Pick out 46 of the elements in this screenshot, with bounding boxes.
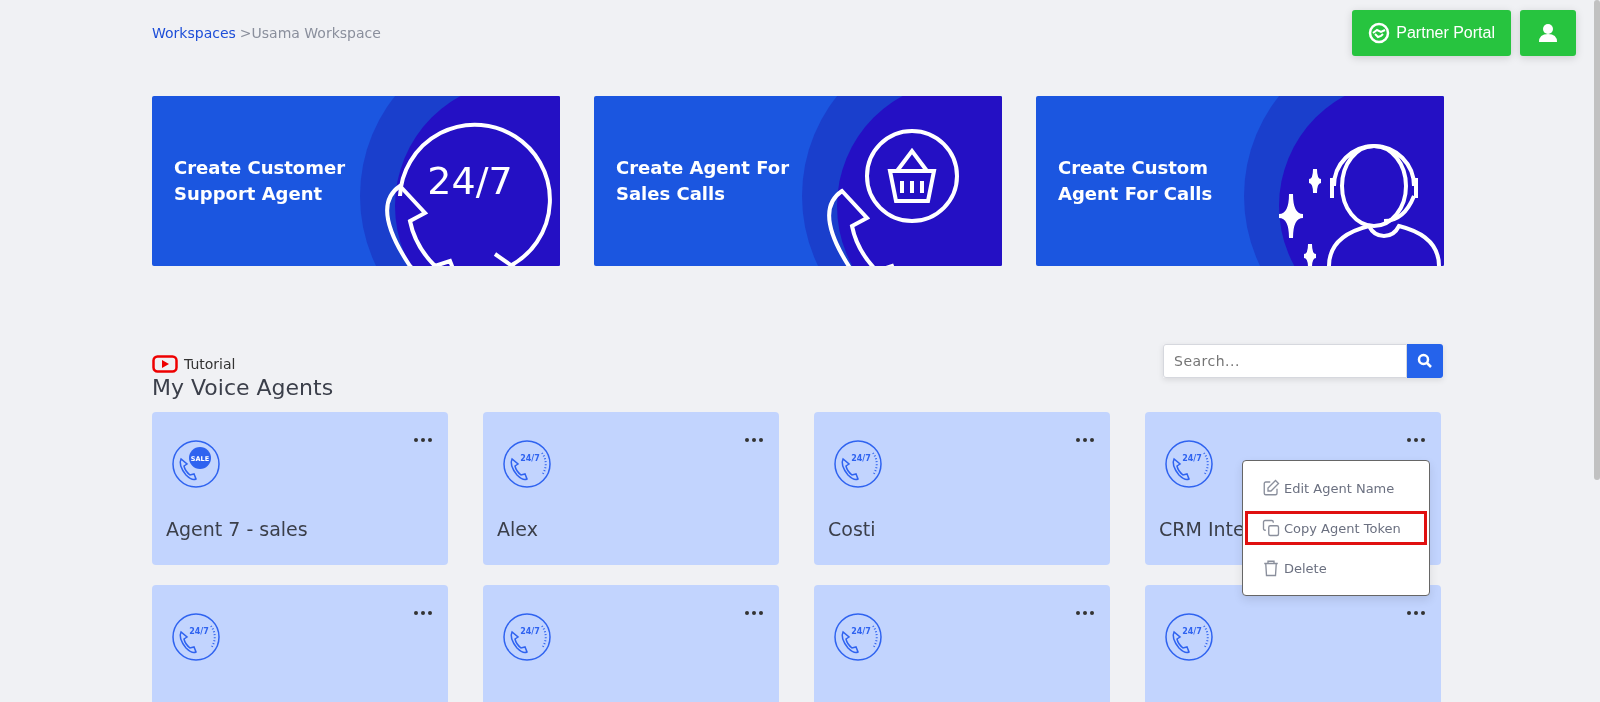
agent-card[interactable]: 24/7 (152, 585, 448, 702)
breadcrumb-link[interactable]: Workspaces (152, 25, 236, 41)
more-options-button[interactable] (1076, 611, 1094, 615)
search-field[interactable]: Search... (1163, 344, 1407, 378)
trash-icon (1262, 559, 1280, 577)
agent-card[interactable]: 24/7 Alex (483, 412, 779, 565)
section-heading: My Voice Agents (152, 375, 334, 400)
video-play-icon (152, 355, 178, 373)
create-agent-banner[interactable]: Create Agent For Sales Calls (594, 96, 1002, 266)
agent-card[interactable]: 24/7 Costi (814, 412, 1110, 565)
create-agent-banner[interactable]: Create Custom Agent For Calls (1036, 96, 1444, 266)
agent-card[interactable]: 24/7 (483, 585, 779, 702)
banner-title: Create Customer Support Agent (174, 156, 347, 206)
agent-card[interactable]: 24/7 (814, 585, 1110, 702)
phone-clock-icon: 24/7 (833, 439, 883, 489)
breadcrumb-current: >Usama Workspace (239, 25, 381, 41)
banner-art-text: 24/7 (427, 159, 513, 203)
more-options-button[interactable] (414, 611, 432, 615)
more-options-button[interactable] (1076, 438, 1094, 442)
more-options-button[interactable] (745, 611, 763, 615)
banner-title: Create Custom Agent For Calls (1058, 156, 1214, 206)
scrollbar[interactable] (1594, 0, 1600, 480)
more-options-button[interactable] (1407, 611, 1425, 615)
menu-item[interactable]: Copy Agent Token (1245, 511, 1427, 545)
user-icon (1536, 21, 1560, 45)
banner-title: Create Agent For Sales Calls (616, 156, 791, 206)
phone-clock-icon: 24/7 (833, 612, 883, 662)
copy-icon (1262, 519, 1280, 537)
agent-name: Agent 7 - sales (166, 518, 308, 540)
create-agent-banner[interactable]: Create Customer Support Agent 24/7 (152, 96, 560, 266)
edit-icon (1262, 479, 1280, 497)
phone-clock-icon: 24/7 (1164, 612, 1214, 662)
phone-clock-icon: 24/7 (502, 612, 552, 662)
agent-name: CRM Inte (1159, 518, 1245, 540)
phone-clock-icon: 24/7 (1164, 439, 1214, 489)
more-options-button[interactable] (1407, 438, 1425, 442)
agent-name: Alex (497, 518, 538, 540)
search-button[interactable] (1407, 344, 1443, 378)
search-icon (1417, 353, 1433, 369)
agent-name: Costi (828, 518, 876, 540)
phone-clock-icon: 24/7 (502, 439, 552, 489)
phone-clock-icon: 24/7 (171, 612, 221, 662)
tutorial-link[interactable]: Tutorial (152, 355, 334, 373)
more-options-button[interactable] (745, 438, 763, 442)
more-options-button[interactable] (414, 438, 432, 442)
agent-card[interactable]: 24/7 (1145, 585, 1441, 702)
